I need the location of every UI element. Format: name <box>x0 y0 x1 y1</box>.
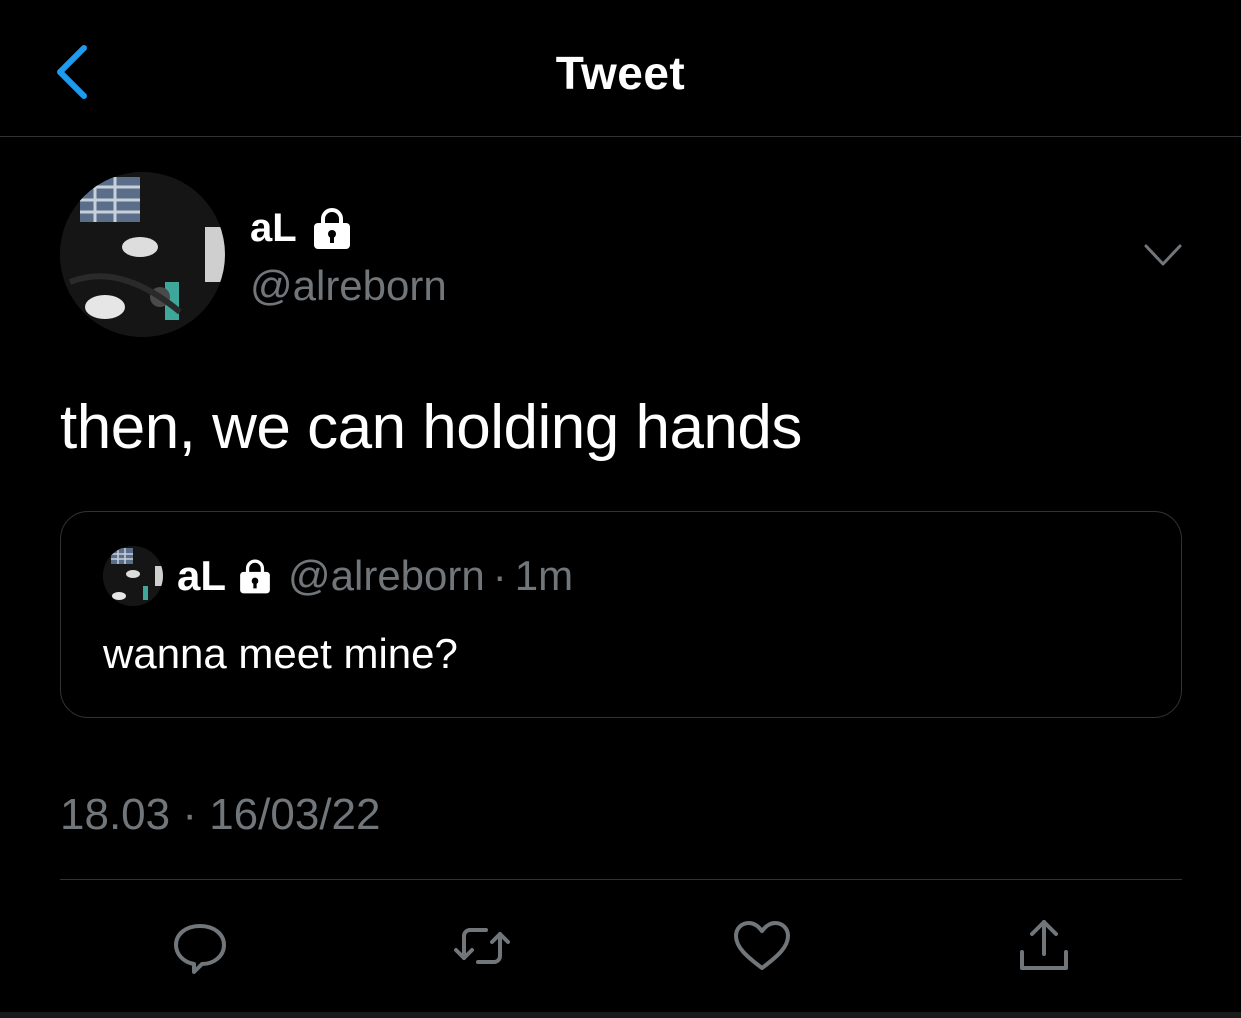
share-icon[interactable] <box>1012 914 1076 978</box>
avatar[interactable] <box>60 172 225 337</box>
separator-dot: · <box>492 552 507 599</box>
retweet-icon[interactable] <box>450 914 514 978</box>
lock-icon <box>236 557 274 595</box>
quoted-avatar <box>103 546 163 606</box>
quoted-header: aL @alreborn · 1m <box>177 552 573 600</box>
divider <box>60 879 1182 880</box>
display-name[interactable]: aL <box>250 206 297 251</box>
tweet-timestamp: 18.03 · 16/03/22 <box>60 790 381 839</box>
author-handle[interactable]: @alreborn <box>250 262 447 310</box>
page-title: Tweet <box>555 47 686 99</box>
chevron-down-icon[interactable] <box>1140 238 1186 274</box>
quoted-text: wanna meet mine? <box>103 630 458 677</box>
quoted-time: 1m <box>514 552 574 599</box>
reply-icon[interactable] <box>168 914 232 978</box>
quoted-display-name: aL <box>177 552 227 599</box>
heart-icon[interactable] <box>730 914 794 978</box>
bottom-bar <box>0 1012 1241 1018</box>
tweet-text: then, we can holding hands <box>60 393 802 462</box>
quoted-tweet[interactable]: aL @alreborn · 1m wanna meet mine? <box>60 511 1182 718</box>
quoted-handle: @alreborn <box>288 552 485 599</box>
author-name-row: aL <box>250 205 355 251</box>
lock-icon <box>309 205 355 251</box>
